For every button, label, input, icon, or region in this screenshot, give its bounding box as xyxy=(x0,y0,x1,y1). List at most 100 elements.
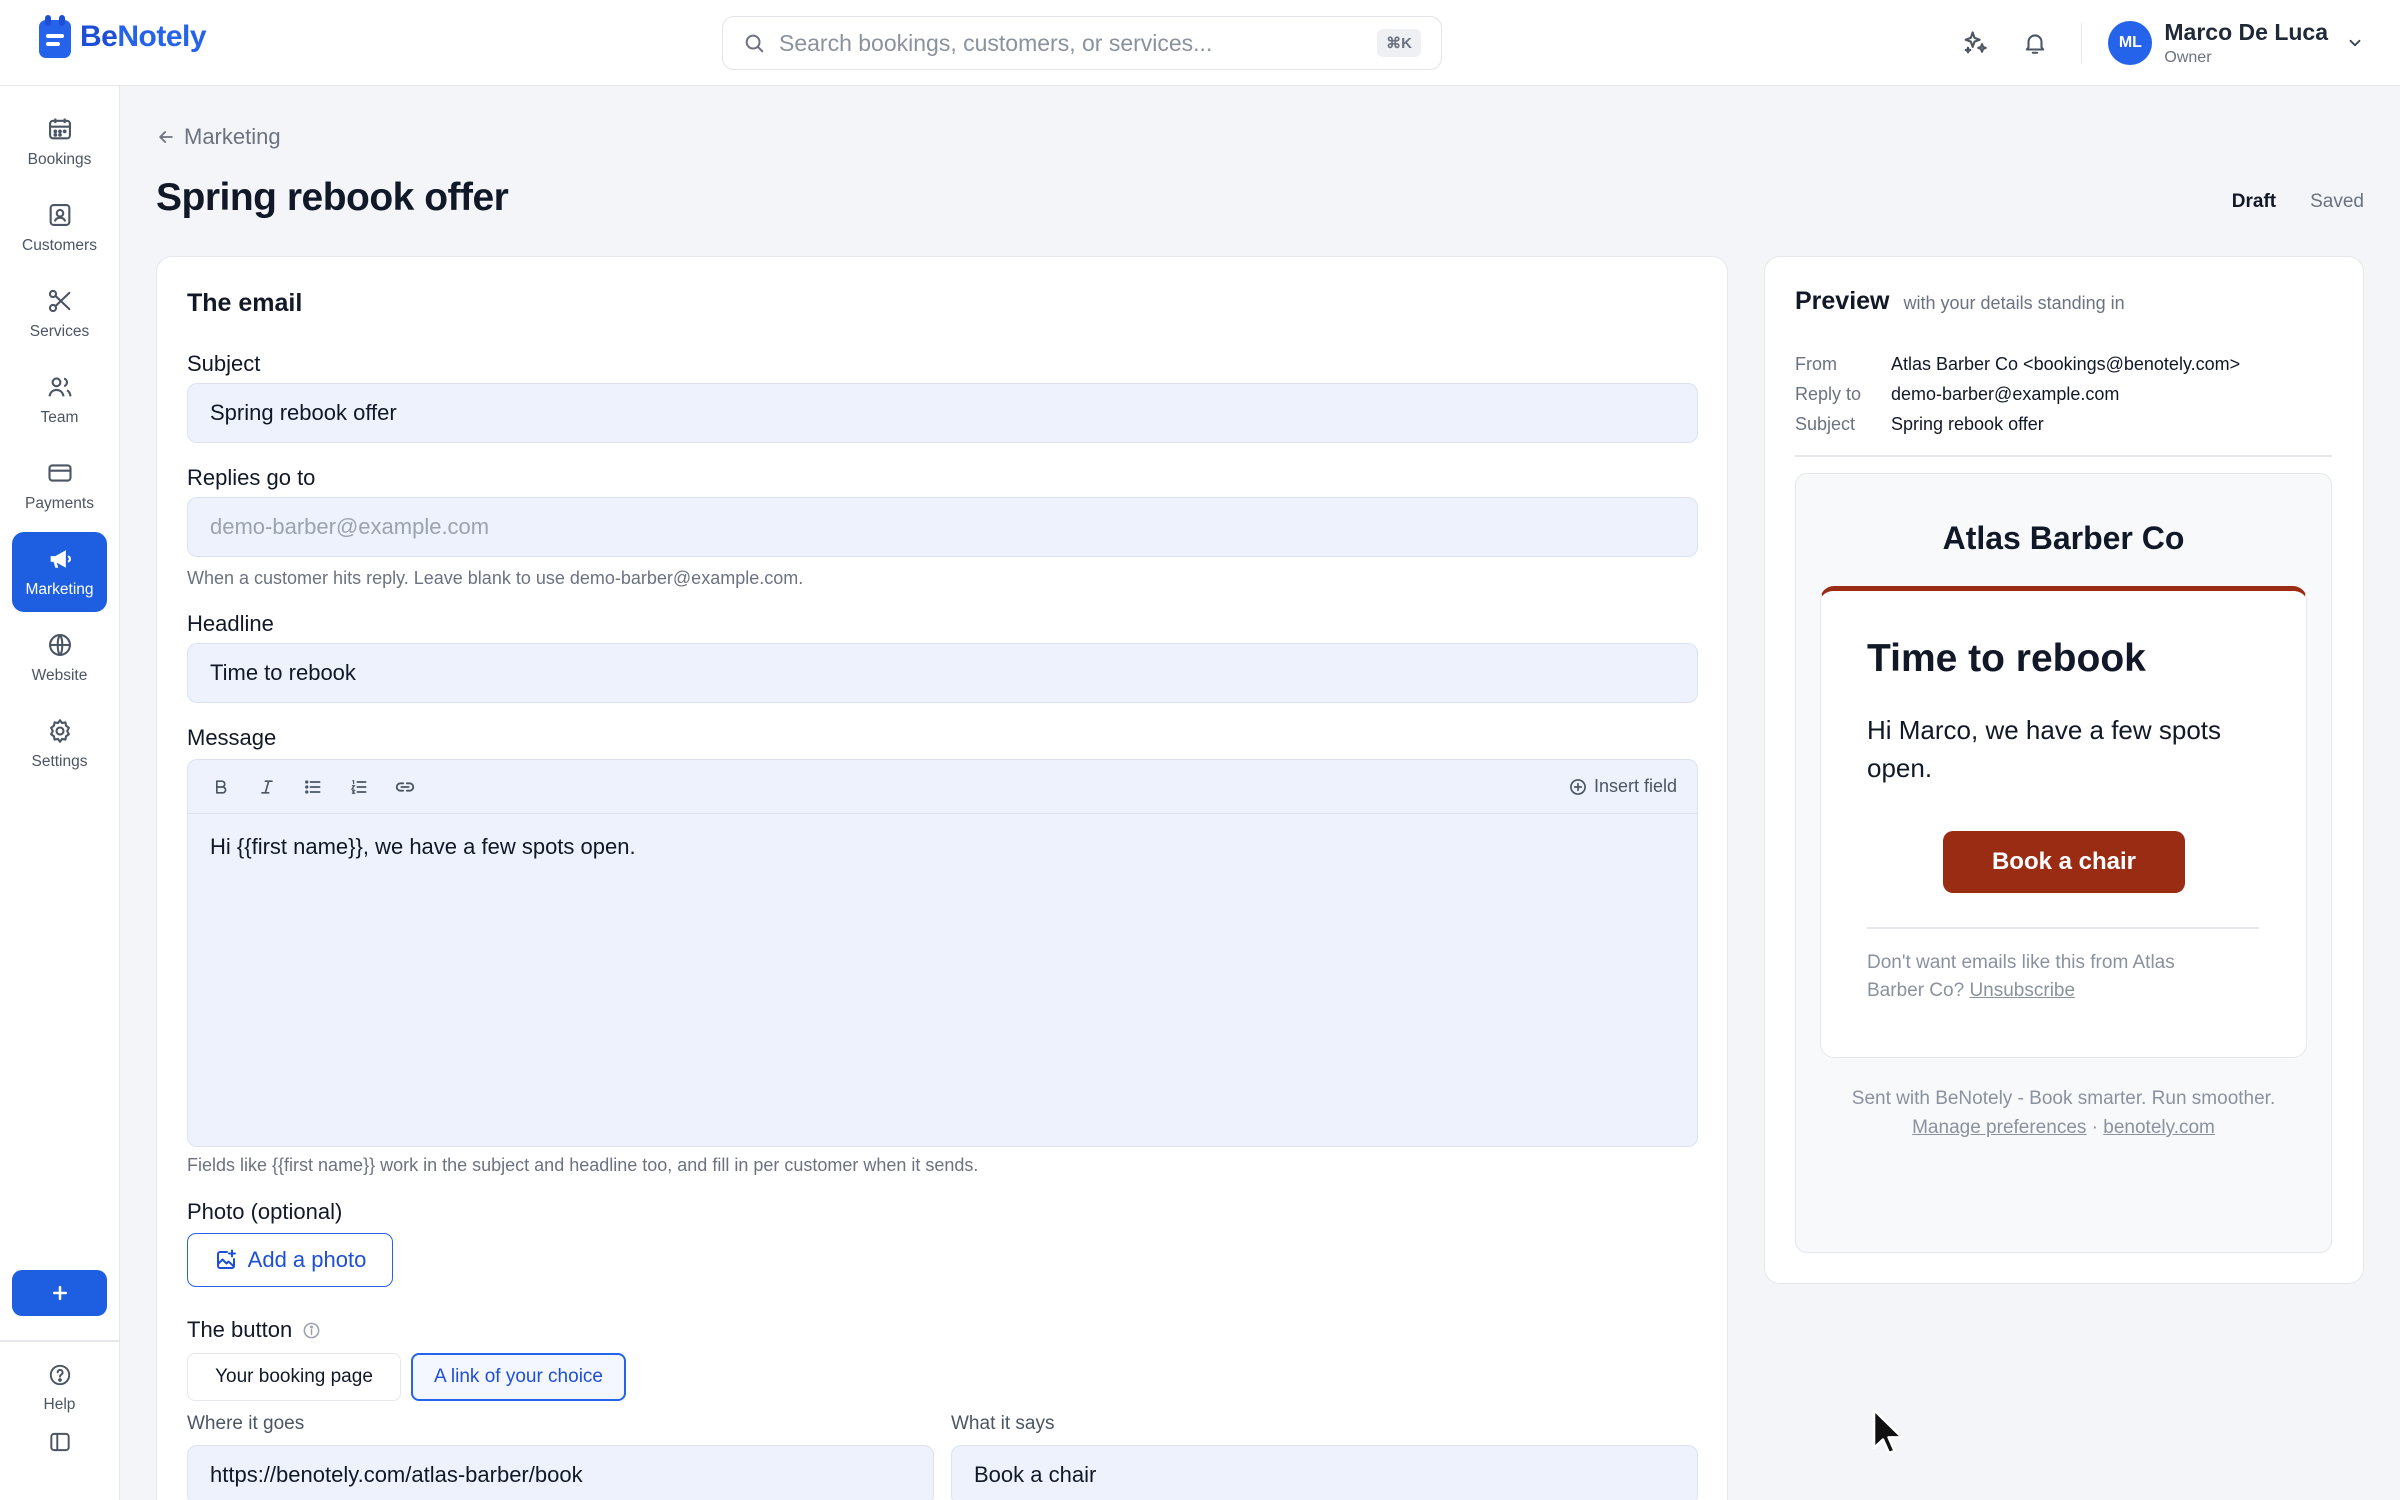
sidebar-item-website[interactable]: Website xyxy=(12,618,107,698)
email-unsubscribe-text: Don't want emails like this from Atlas B… xyxy=(1867,949,2227,1005)
reply-to-input[interactable]: demo-barber@example.com xyxy=(187,497,1698,557)
button-heading-label: The button xyxy=(187,1317,293,1342)
divider xyxy=(2080,23,2083,63)
meta-from: From Atlas Barber Co <bookings@benotely.… xyxy=(1795,354,2240,375)
status-saved: Saved xyxy=(2310,191,2364,212)
subject-input[interactable]: Spring rebook offer xyxy=(187,383,1698,443)
button-url-input[interactable]: https://benotely.com/atlas-barber/book xyxy=(187,1445,934,1500)
sidebar-item-label: Website xyxy=(31,667,88,684)
preview-subtitle: with your details standing in xyxy=(1903,293,2125,313)
mouse-cursor-icon xyxy=(1872,1408,1906,1456)
gear-icon xyxy=(46,717,74,745)
sidebar-item-settings[interactable]: Settings xyxy=(12,704,107,784)
sidebar-item-team[interactable]: Team xyxy=(12,360,107,440)
numbered-list-icon[interactable] xyxy=(346,774,372,800)
headline-label: Headline xyxy=(187,611,274,636)
email-editor-card: The email Subject Spring rebook offer Re… xyxy=(156,256,1728,1500)
info-icon[interactable] xyxy=(302,1321,321,1340)
sidebar-item-marketing[interactable]: Marketing xyxy=(12,532,107,612)
sidebar-item-label: Settings xyxy=(31,753,88,770)
message-textarea[interactable]: Hi {{first name}}, we have a few spots o… xyxy=(188,814,1697,880)
email-cta-button: Book a chair xyxy=(1943,831,2185,893)
users-icon xyxy=(46,373,74,401)
add-photo-button[interactable]: Add a photo xyxy=(187,1233,393,1287)
button-option-custom-link[interactable]: A link of your choice xyxy=(411,1353,626,1401)
insert-field-button[interactable]: Insert field xyxy=(1568,776,1677,797)
sidebar-item-services[interactable]: Services xyxy=(12,274,107,354)
plus-circle-icon xyxy=(1568,777,1588,797)
fields-hint: Fields like {{first name}} work in the s… xyxy=(187,1155,979,1175)
top-bar: BeNotely Search bookings, customers, or … xyxy=(0,0,2400,86)
user-menu[interactable]: Marco De Luca Owner xyxy=(2164,19,2328,67)
chevron-down-icon[interactable] xyxy=(2346,34,2364,52)
save-status: Draft Saved xyxy=(2232,191,2364,213)
email-body: Hi Marco, we have a few spots open. xyxy=(1867,715,2222,783)
meta-reply-to: Reply to demo-barber@example.com xyxy=(1795,384,2119,405)
link-icon[interactable] xyxy=(392,774,418,800)
bell-icon[interactable] xyxy=(2015,23,2055,63)
bold-icon[interactable] xyxy=(208,774,234,800)
sidebar-item-label: Bookings xyxy=(27,151,92,168)
divider xyxy=(1795,455,2332,457)
meta-label: Reply to xyxy=(1795,384,1862,404)
button-option-booking-page[interactable]: Your booking page xyxy=(187,1353,401,1401)
manage-preferences-link[interactable]: Manage preferences xyxy=(1912,1117,2086,1138)
italic-icon[interactable] xyxy=(254,774,280,800)
where-label: Where it goes xyxy=(187,1413,305,1434)
photo-label: Photo (optional) xyxy=(187,1199,343,1224)
divider xyxy=(1867,927,2259,929)
arrow-left-icon xyxy=(156,127,176,147)
add-photo-label: Add a photo xyxy=(247,1247,367,1272)
create-button[interactable] xyxy=(12,1270,107,1316)
button-text-input[interactable]: Book a chair xyxy=(951,1445,1698,1500)
message-label: Message xyxy=(187,725,277,750)
meta-label: Subject xyxy=(1795,414,1856,434)
avatar[interactable]: ML xyxy=(2108,21,2153,65)
footer-separator: · xyxy=(2091,1117,2098,1138)
logo-text-be: Be xyxy=(80,20,118,53)
email-preview-frame: Atlas Barber Co Time to rebook Hi Marco,… xyxy=(1795,473,2332,1253)
page-title: Spring rebook offer xyxy=(156,176,509,219)
user-name: Marco De Luca xyxy=(2164,19,2328,45)
subject-label: Subject xyxy=(187,351,261,376)
meta-value: Atlas Barber Co <bookings@benotely.com> xyxy=(1891,354,2241,374)
calendar-icon xyxy=(46,115,74,143)
back-link-label: Marketing xyxy=(184,124,281,149)
contact-icon xyxy=(46,201,74,229)
top-right-actions: ML Marco De Luca Owner xyxy=(1955,0,2400,86)
back-link[interactable]: Marketing xyxy=(156,124,281,150)
email-content-card: Time to rebook Hi Marco, we have a few s… xyxy=(1820,586,2307,1058)
sidebar-item-label: Team xyxy=(40,409,79,426)
sidebar-item-label: Payments xyxy=(25,495,94,512)
logo-text: BeNotely xyxy=(80,20,207,54)
bullet-list-icon[interactable] xyxy=(300,774,326,800)
logo-text-notely: Notely xyxy=(117,20,207,53)
sidebar-item-label: Marketing xyxy=(25,581,94,598)
editor-heading: The email xyxy=(187,289,303,317)
unsubscribe-link[interactable]: Unsubscribe xyxy=(1969,980,2075,1001)
globe-icon xyxy=(46,631,74,659)
sidebar-item-payments[interactable]: Payments xyxy=(12,446,107,526)
collapse-sidebar-button[interactable] xyxy=(12,1418,107,1466)
headline-input[interactable]: Time to rebook xyxy=(187,643,1698,703)
sidebar-item-customers[interactable]: Customers xyxy=(12,188,107,268)
sidebar-item-label: Help xyxy=(43,1396,76,1413)
site-link[interactable]: benotely.com xyxy=(2103,1117,2215,1138)
search-bar[interactable]: Search bookings, customers, or services.… xyxy=(722,16,1442,70)
sidebar-item-help[interactable]: Help xyxy=(12,1348,107,1428)
meta-value: Spring rebook offer xyxy=(1891,414,2044,434)
credit-card-icon xyxy=(46,459,74,487)
logo[interactable]: BeNotely xyxy=(36,14,207,60)
sidebar-item-label: Customers xyxy=(22,237,97,254)
meta-label: From xyxy=(1795,354,1837,374)
email-brand-name: Atlas Barber Co xyxy=(1942,520,2185,556)
format-toolbar: Insert field xyxy=(188,760,1697,814)
search-input[interactable]: Search bookings, customers, or services.… xyxy=(779,30,1377,57)
status-draft: Draft xyxy=(2231,191,2277,212)
sparkles-icon[interactable] xyxy=(1955,23,1995,63)
meta-value: demo-barber@example.com xyxy=(1891,384,2120,404)
divider xyxy=(0,1340,120,1342)
preview-title: Preview xyxy=(1795,287,1890,315)
megaphone-icon xyxy=(46,545,74,573)
sidebar-item-bookings[interactable]: Bookings xyxy=(12,102,107,182)
